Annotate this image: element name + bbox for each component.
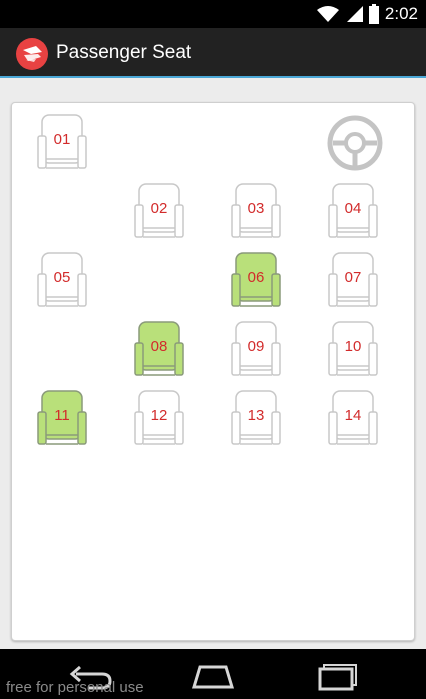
watermark-text: free for personal use — [6, 679, 144, 696]
seat-01[interactable]: 01 — [37, 114, 87, 170]
seat-02[interactable]: 02 — [134, 183, 184, 239]
seat-05[interactable]: 05 — [37, 252, 87, 308]
seat-number: 04 — [344, 200, 362, 217]
steering-wheel-icon — [327, 115, 383, 171]
seat-03[interactable]: 03 — [231, 183, 281, 239]
seat-10[interactable]: 10 — [328, 321, 378, 377]
status-bar: 2:02 — [0, 0, 426, 28]
recent-apps-icon[interactable] — [314, 661, 364, 691]
seat-04[interactable]: 04 — [328, 183, 378, 239]
battery-icon — [368, 4, 379, 24]
seat-12[interactable]: 12 — [134, 390, 184, 446]
seat-number: 06 — [247, 269, 265, 286]
wifi-icon — [316, 6, 339, 22]
action-bar: Passenger Seat — [0, 28, 426, 78]
seat-number: 07 — [344, 269, 362, 286]
signal-icon — [346, 6, 363, 22]
seat-number: 12 — [150, 407, 168, 424]
seat-11[interactable]: 11 — [37, 390, 87, 446]
seat-number: 13 — [247, 407, 265, 424]
seat-number: 10 — [344, 338, 362, 355]
seat-07[interactable]: 07 — [328, 252, 378, 308]
seat-number: 11 — [54, 407, 70, 424]
seat-number: 02 — [150, 200, 168, 217]
seat-number: 09 — [247, 338, 265, 355]
app-logo-icon[interactable] — [16, 38, 48, 70]
seat-13[interactable]: 13 — [231, 390, 281, 446]
clock: 2:02 — [384, 4, 418, 23]
seat-number: 08 — [150, 338, 168, 355]
seat-number: 01 — [53, 131, 71, 148]
seat-06[interactable]: 06 — [231, 252, 281, 308]
seat-number: 05 — [53, 269, 71, 286]
home-icon[interactable] — [188, 661, 238, 691]
seat-14[interactable]: 14 — [328, 390, 378, 446]
seat-number: 14 — [344, 407, 362, 424]
seat-09[interactable]: 09 — [231, 321, 281, 377]
seat-number: 03 — [247, 200, 265, 217]
seat-08[interactable]: 08 — [134, 321, 184, 377]
page-title: Passenger Seat — [56, 42, 192, 63]
